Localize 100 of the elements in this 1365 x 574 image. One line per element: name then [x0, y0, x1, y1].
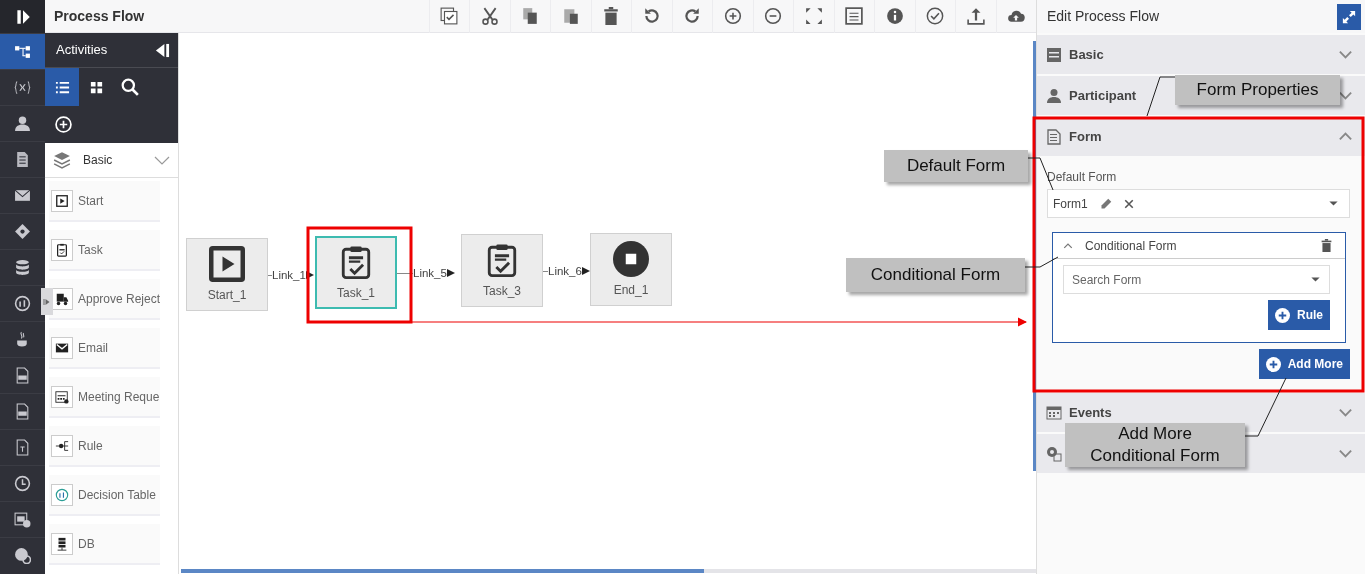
truck-icon [55, 291, 69, 306]
add-icon [1275, 307, 1290, 323]
callout-text: Conditional Form [869, 264, 1002, 286]
activity-label: Task [78, 241, 103, 259]
zoom-in-icon [723, 7, 742, 25]
clipboard-icon [339, 243, 373, 280]
activity-label: Rule [78, 437, 103, 455]
flow-icon [14, 43, 31, 60]
grid-view-icon [88, 79, 104, 95]
stop-icon [613, 240, 649, 277]
circle-icon [14, 295, 31, 312]
leader-line [1244, 377, 1287, 437]
document-icon [14, 151, 31, 168]
form-icon [1046, 46, 1062, 63]
trash-icon [602, 7, 621, 25]
close-icon [1123, 198, 1134, 209]
activity-label: Start [78, 192, 104, 210]
process-node[interactable]: Start_1 [186, 238, 268, 311]
server-icon [55, 536, 69, 551]
connector-line [397, 272, 413, 274]
caret-icon [1328, 198, 1339, 209]
activity-label: Decision Table [78, 486, 156, 504]
caret-icon [1310, 274, 1321, 285]
process-node[interactable]: End_1 [590, 233, 672, 306]
database-icon [14, 259, 31, 276]
activity-label: DB [78, 535, 95, 553]
field-label: Default Form [1047, 169, 1118, 186]
mail-icon [14, 187, 31, 204]
process-node[interactable]: Task_3 [461, 234, 543, 307]
check-circle-icon [926, 7, 945, 25]
link-label: Link_6 [548, 264, 582, 278]
leader-line [1146, 76, 1176, 117]
leader-line [1024, 256, 1059, 268]
play-icon [55, 193, 69, 208]
cut-icon [480, 7, 499, 25]
rule-button[interactable]: Rule [1268, 300, 1330, 330]
paste-icon [561, 7, 580, 25]
layers-icon [53, 151, 71, 169]
activity-item[interactable]: Task [49, 230, 160, 271]
expand-button[interactable] [1337, 3, 1361, 30]
fit-screen-icon [804, 7, 823, 25]
clipboard-icon [55, 242, 69, 257]
search-select[interactable]: Search Form [1063, 265, 1330, 294]
add-more-button[interactable]: Add More [1258, 349, 1350, 379]
section-header[interactable]: Basic [1037, 35, 1365, 74]
copy-icon [521, 7, 540, 25]
info-icon [885, 7, 904, 25]
expand-icon [1342, 9, 1356, 24]
link-label: Link_1 [272, 268, 306, 282]
activity-item[interactable]: Start [49, 181, 160, 222]
panel-title: Edit Process Flow [1047, 7, 1160, 26]
panel-title: Activities [56, 41, 108, 60]
zoom-out-icon [764, 7, 783, 25]
rule-icon [55, 438, 69, 453]
collapse-icon [154, 42, 170, 58]
file-icon [14, 439, 31, 456]
redo-icon [683, 7, 702, 25]
diamond-icon [14, 223, 31, 240]
variable-icon [14, 79, 31, 96]
group-dropdown[interactable]: Basic [45, 143, 178, 178]
calendar-icon [14, 511, 31, 528]
select-all-icon [440, 7, 459, 25]
activity-item[interactable]: Meeting Reque [49, 377, 160, 418]
view-button[interactable] [45, 68, 79, 106]
activity-item[interactable]: Rule [49, 426, 160, 467]
conditional-title: Conditional Form [1085, 237, 1178, 255]
activity-item[interactable]: Approve Reject [49, 279, 160, 320]
link-label: Link_5 [413, 266, 447, 280]
pencil-icon [1099, 197, 1112, 210]
activity-item[interactable]: Email [49, 328, 160, 369]
upload-icon [966, 7, 985, 25]
search-icon [121, 78, 139, 96]
add-icon [1265, 356, 1281, 372]
activity-label: Meeting Reque [78, 388, 160, 406]
clock-icon [14, 475, 31, 492]
app-title: Process Flow [53, 6, 146, 26]
undo-icon [642, 7, 661, 25]
file-icon [14, 367, 31, 384]
play-icon [209, 245, 245, 282]
search-field[interactable]: Search Form [1070, 269, 1310, 290]
callout-text: Default Form [905, 155, 1007, 177]
add-button[interactable] [53, 114, 73, 135]
calendar-icon [1046, 404, 1062, 421]
panel-handle[interactable] [41, 288, 53, 315]
process-node[interactable]: Task_1 [315, 236, 397, 309]
form-select[interactable]: Form1 [1047, 189, 1350, 218]
activity-item[interactable]: DB [49, 524, 160, 565]
table-icon [55, 487, 69, 502]
activity-item[interactable]: Decision Table [49, 475, 160, 516]
expand-icon [43, 296, 51, 307]
callout-text: Form Properties [1195, 79, 1320, 101]
delete-button[interactable] [1320, 238, 1333, 253]
activity-label: Approve Reject [78, 290, 160, 308]
file-icon [14, 403, 31, 420]
user-icon [14, 115, 31, 132]
calendar-icon [55, 389, 69, 404]
add-icon [54, 116, 72, 133]
clipboard-icon [485, 241, 519, 278]
trash-icon [1320, 238, 1333, 253]
user-icon [1046, 87, 1062, 104]
